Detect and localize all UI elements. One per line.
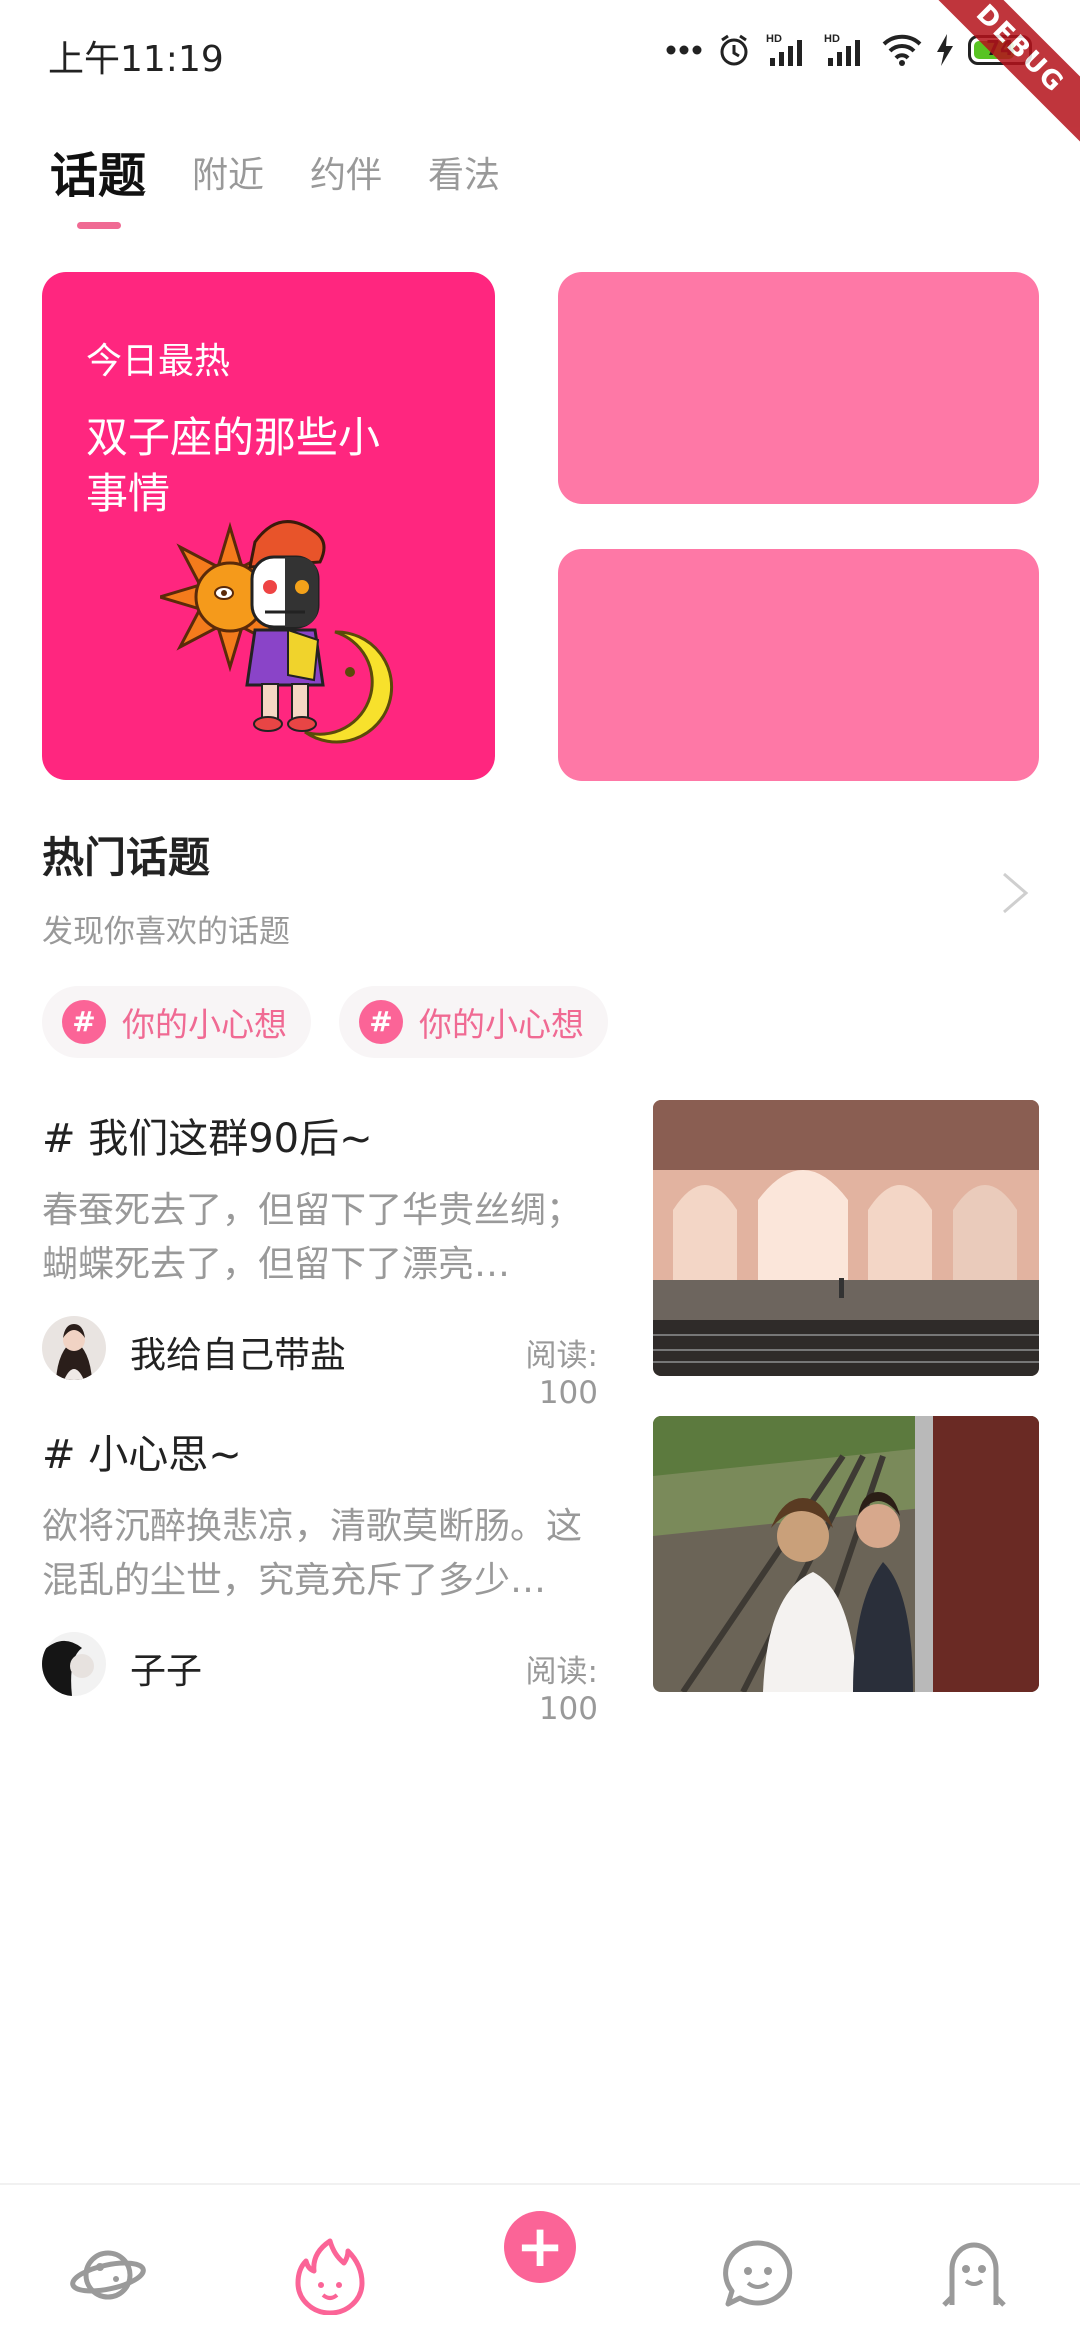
- side-card-2[interactable]: [558, 549, 1039, 781]
- topic-chips: # 你的小心想 # 你的小心想: [42, 986, 608, 1058]
- signal-hd-icon: HD: [766, 33, 802, 66]
- flame-icon[interactable]: [290, 2235, 370, 2315]
- add-button[interactable]: +: [504, 2211, 576, 2283]
- featured-eyebrow: 今日最热: [86, 341, 231, 382]
- tab-companion[interactable]: 约伴: [310, 144, 382, 208]
- featured-title: 双子座的那些小事情: [86, 413, 381, 518]
- planet-icon[interactable]: [68, 2235, 148, 2315]
- railway-couple-image[interactable]: [653, 1416, 1039, 1692]
- topic-chip-label: 你的小心想: [419, 1005, 584, 1044]
- tab-nearby[interactable]: 附近: [192, 144, 264, 208]
- hash-icon: #: [359, 1000, 403, 1044]
- top-tabs: 话题 附近 约伴 看法: [50, 128, 500, 208]
- avatar[interactable]: [42, 1632, 106, 1696]
- signal-hd-icon-2: HD: [824, 33, 860, 66]
- feed-item-title: # 小心思~: [42, 1432, 242, 1478]
- feed-item-reads: 阅读: 100: [525, 1654, 598, 1727]
- profile-icon[interactable]: [934, 2235, 1014, 2315]
- feed-item[interactable]: # 我们这群90后~ 春蚕死去了，但留下了华贵丝绸；蝴蝶死去了，但留下了漂亮… …: [0, 1100, 1080, 1411]
- feed-item-author: 子子: [130, 1651, 203, 1692]
- topic-chip[interactable]: # 你的小心想: [42, 986, 311, 1058]
- charging-bolt-icon: [937, 34, 953, 66]
- topic-chip-label: 你的小心想: [122, 1005, 287, 1044]
- tab-indicator: [77, 222, 121, 229]
- topic-chip[interactable]: # 你的小心想: [339, 986, 608, 1058]
- chat-face-icon[interactable]: [718, 2235, 798, 2315]
- hash-icon: #: [62, 1000, 106, 1044]
- avatar[interactable]: [42, 1316, 106, 1380]
- feed-item-author: 我给自己带盐: [130, 1335, 347, 1376]
- featured-card[interactable]: 今日最热 双子座的那些小事情: [42, 272, 495, 780]
- hot-topics-subtitle: 发现你喜欢的话题: [42, 914, 290, 950]
- feed-item-reads: 阅读: 100: [525, 1338, 598, 1411]
- hot-topics-title: 热门话题: [42, 833, 211, 882]
- feed-item-desc: 欲将沉醉换悲凉，清歌莫断肠。这混乱的尘世，究竟充斥了多少…: [42, 1506, 583, 1601]
- chevron-right-icon[interactable]: [1000, 870, 1030, 916]
- svg-text:HD: HD: [766, 33, 782, 45]
- feed-item-title: # 我们这群90后~: [42, 1116, 373, 1162]
- bottom-nav: +: [0, 2183, 1080, 2342]
- status-time: 上午11:19: [48, 39, 224, 80]
- station-hall-image[interactable]: [653, 1100, 1039, 1376]
- gemini-illustration: [160, 520, 394, 744]
- svg-text:HD: HD: [824, 33, 840, 45]
- tab-opinions[interactable]: 看法: [428, 144, 500, 208]
- more-dots-icon: [666, 45, 702, 55]
- tab-topics[interactable]: 话题: [50, 144, 146, 208]
- status-bar: 上午11:19 HD HD 74: [0, 0, 1080, 158]
- debug-ribbon: DEBUG: [911, 0, 1080, 158]
- side-card-1[interactable]: [558, 272, 1039, 504]
- feed-item-desc: 春蚕死去了，但留下了华贵丝绸；蝴蝶死去了，但留下了漂亮…: [42, 1190, 583, 1285]
- wifi-icon: [882, 34, 922, 66]
- feed-item[interactable]: # 小心思~ 欲将沉醉换悲凉，清歌莫断肠。这混乱的尘世，究竟充斥了多少… 子子 …: [0, 1416, 1080, 1727]
- alarm-icon: [720, 34, 748, 66]
